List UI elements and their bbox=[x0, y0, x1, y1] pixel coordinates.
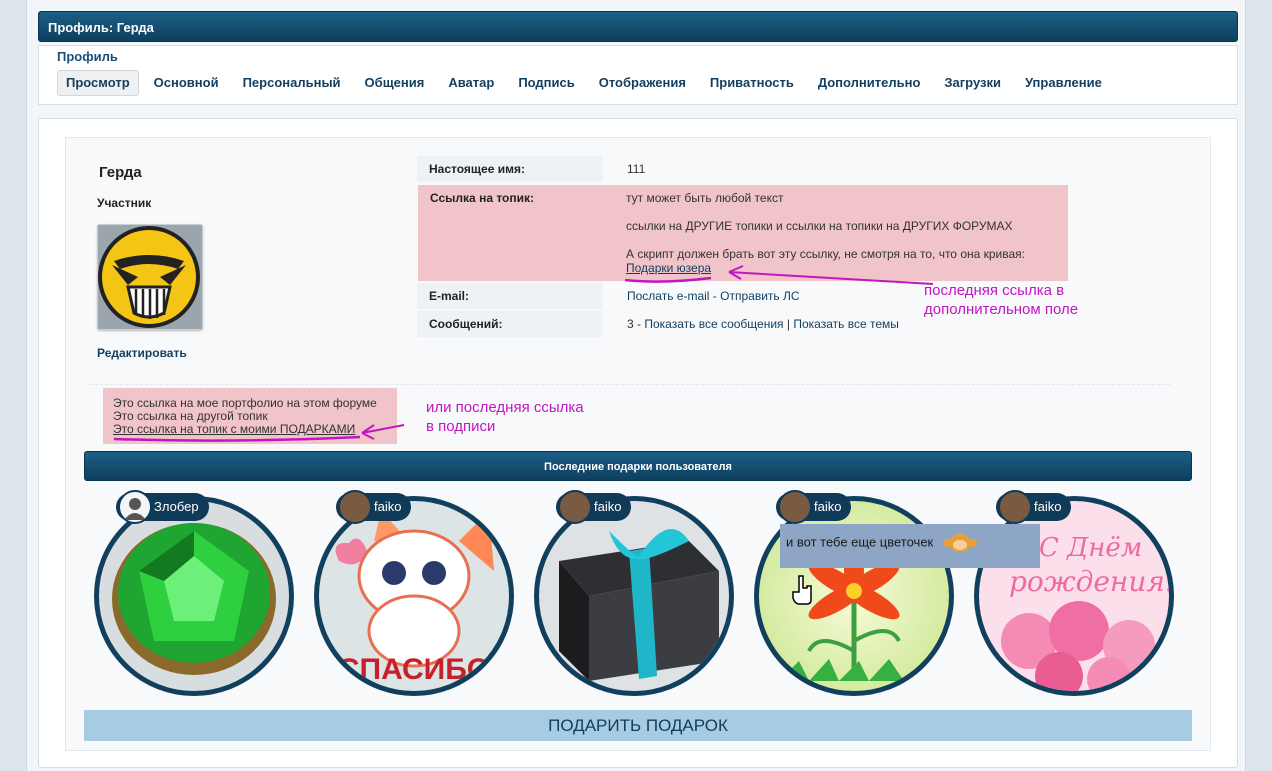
gift-giver-name: faiko bbox=[814, 499, 842, 514]
hand-cursor-icon bbox=[792, 575, 812, 605]
topic-line: ссылки на ДРУГИЕ топики и ссылки на топи… bbox=[626, 219, 1013, 233]
annotation-arrow-field bbox=[624, 265, 934, 285]
email-separator: - bbox=[709, 289, 721, 303]
gift-giver-badge[interactable]: faiko bbox=[556, 490, 632, 524]
gift-giver-badge[interactable]: faiko bbox=[336, 490, 412, 524]
tab-main[interactable]: Основной bbox=[145, 70, 228, 96]
annotation-signature-line: или последняя ссылка bbox=[426, 399, 584, 416]
tab-personal[interactable]: Персональный bbox=[234, 70, 350, 96]
annotation-arrow-signature bbox=[113, 424, 405, 442]
give-gift-button[interactable]: ПОДАРИТЬ ПОДАРОК bbox=[84, 710, 1192, 741]
send-pm-link[interactable]: Отправить ЛС bbox=[720, 289, 799, 303]
show-all-topics-link[interactable]: Показать все темы bbox=[793, 317, 899, 331]
emerald-icon bbox=[112, 523, 276, 675]
gift-giver-name: faiko bbox=[594, 499, 622, 514]
card-text-line: рождения! bbox=[1009, 565, 1169, 598]
annotation-signature: или последняя ссылка в подписи bbox=[426, 398, 584, 436]
annotation-field-line: дополнительном поле bbox=[924, 301, 1079, 318]
tab-messaging[interactable]: Общения bbox=[356, 70, 434, 96]
gift-giver-badge[interactable]: faiko bbox=[776, 490, 852, 524]
avatar bbox=[97, 224, 203, 330]
profile-nav-panel: Профиль Просмотр Основной Персональный О… bbox=[38, 45, 1238, 105]
gift-item[interactable] bbox=[94, 496, 294, 696]
tab-management[interactable]: Управление bbox=[1016, 70, 1111, 96]
tab-view[interactable]: Просмотр bbox=[57, 70, 139, 96]
user-avatar-icon bbox=[998, 490, 1032, 524]
gift-giver-badge[interactable]: faiko bbox=[996, 490, 1072, 524]
monkey-smiley-icon bbox=[942, 533, 977, 553]
field-label-real-name: Настоящее имя: bbox=[417, 156, 603, 182]
tab-display[interactable]: Отображения bbox=[590, 70, 695, 96]
edit-profile-link[interactable]: Редактировать bbox=[97, 346, 187, 360]
gift-tooltip: и вот тебе еще цветочек bbox=[780, 524, 1040, 568]
profile-main-panel: Герда Участник Редактировать Настоящее и… bbox=[38, 118, 1238, 768]
gift-giver-name: Злобер bbox=[154, 499, 199, 514]
field-label-topic-link: Ссылка на топик: bbox=[430, 191, 534, 205]
page-title: Профиль: Герда bbox=[38, 11, 1238, 42]
card-text-line: С Днём bbox=[1039, 533, 1142, 563]
profile-tabs: Просмотр Основной Персональный Общения А… bbox=[57, 70, 1114, 96]
profile-content: Герда Участник Редактировать Настоящее и… bbox=[65, 137, 1211, 751]
divider bbox=[90, 384, 1170, 385]
gift-item[interactable] bbox=[534, 496, 734, 696]
tab-uploads[interactable]: Загрузки bbox=[935, 70, 1010, 96]
user-rank: Участник bbox=[97, 196, 152, 210]
tab-signature[interactable]: Подпись bbox=[509, 70, 583, 96]
avatar-mask-icon bbox=[98, 225, 202, 329]
user-avatar-icon bbox=[338, 490, 372, 524]
username: Герда bbox=[99, 164, 142, 181]
annotation-field-line: последняя ссылка в bbox=[924, 282, 1065, 299]
field-label-email: E-mail: bbox=[417, 283, 603, 309]
gift-giver-name: faiko bbox=[1034, 499, 1062, 514]
user-avatar-icon bbox=[558, 490, 592, 524]
field-row-real-name: Настоящее имя: 111 bbox=[417, 156, 669, 182]
topic-line: тут может быть любой текст bbox=[626, 191, 784, 205]
gifts-section-header: Последние подарки пользователя bbox=[84, 451, 1192, 481]
page-container: Профиль: Герда Профиль Просмотр Основной… bbox=[26, 0, 1246, 771]
posts-count: 3 bbox=[627, 317, 634, 331]
field-label-posts: Сообщений: bbox=[417, 311, 603, 337]
posts-separator: - bbox=[633, 317, 645, 331]
send-email-link[interactable]: Послать e-mail bbox=[627, 289, 709, 303]
field-value-posts: 3 - Показать все сообщения | Показать вс… bbox=[603, 311, 923, 337]
cat-sticker-icon: СПАСИБО bbox=[335, 511, 494, 686]
field-row-posts: Сообщений: 3 - Показать все сообщения | … bbox=[417, 311, 923, 337]
gift-tooltip-text: и вот тебе еще цветочек bbox=[786, 534, 934, 550]
field-value-real-name: 111 bbox=[627, 162, 646, 176]
annotation-field: последняя ссылка в дополнительном поле bbox=[924, 281, 1078, 319]
gift-box-icon bbox=[559, 529, 719, 681]
tab-avatar[interactable]: Аватар bbox=[439, 70, 503, 96]
tab-additional[interactable]: Дополнительно bbox=[809, 70, 930, 96]
gift-giver-badge[interactable]: Злобер bbox=[116, 490, 209, 524]
user-avatar-icon bbox=[778, 490, 812, 524]
posts-separator-bar: | bbox=[783, 317, 794, 331]
tab-privacy[interactable]: Приватность bbox=[701, 70, 803, 96]
show-all-posts-link[interactable]: Показать все сообщения bbox=[644, 317, 783, 331]
default-user-icon bbox=[118, 490, 152, 524]
sticker-text: СПАСИБО bbox=[338, 653, 490, 686]
gift-item[interactable]: СПАСИБО bbox=[314, 496, 514, 696]
gift-giver-name: faiko bbox=[374, 499, 402, 514]
annotation-signature-line: в подписи bbox=[426, 418, 496, 435]
profile-nav-label: Профиль bbox=[57, 49, 118, 64]
